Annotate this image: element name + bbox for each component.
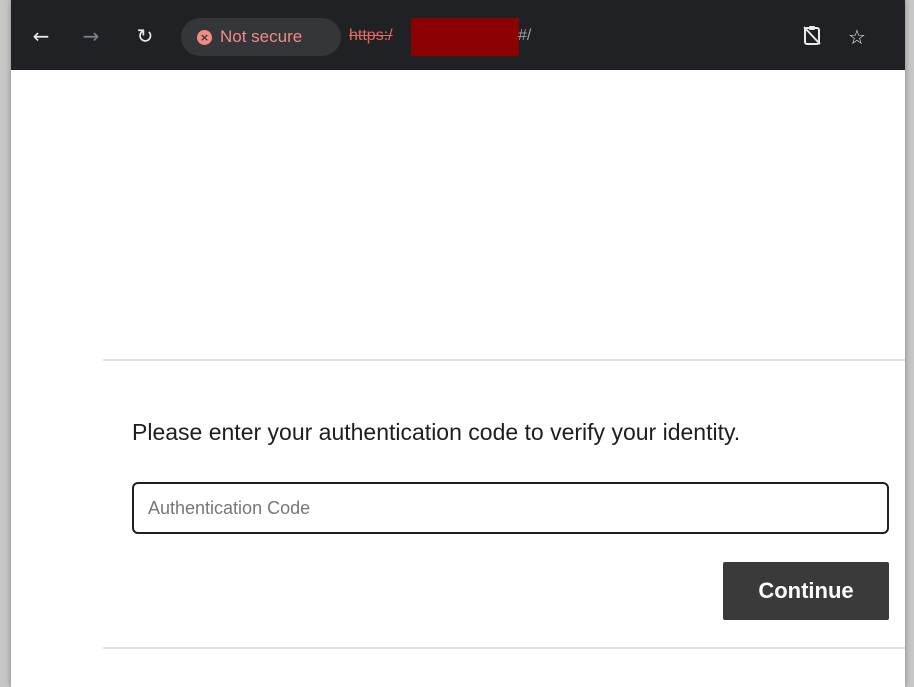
- insecure-x-icon: ×: [197, 29, 212, 45]
- auth-prompt: Please enter your authentication code to…: [132, 419, 741, 445]
- url-text[interactable]: https:/: [349, 27, 393, 45]
- browser-toolbar: ← → ↻ × Not secure https:/ #/ ☆: [11, 0, 905, 70]
- top-divider: [103, 359, 905, 361]
- clipboard-off-icon[interactable]: [799, 24, 825, 50]
- security-label: Not secure: [220, 27, 303, 46]
- authentication-code-input[interactable]: [132, 482, 889, 534]
- url-suffix: #/: [518, 27, 532, 44]
- bottom-divider: [103, 647, 905, 649]
- page-content: Please enter your authentication code to…: [11, 70, 905, 687]
- clipboard-off-svg: [803, 26, 821, 45]
- security-indicator[interactable]: × Not secure: [181, 18, 341, 56]
- back-arrow-icon[interactable]: ←: [27, 20, 55, 52]
- star-icon[interactable]: ☆: [844, 24, 870, 50]
- reload-icon[interactable]: ↻: [131, 20, 159, 52]
- url-redaction: [411, 18, 519, 56]
- forward-arrow-icon[interactable]: →: [77, 20, 105, 52]
- url-scheme: https:/: [349, 27, 393, 44]
- address-bar[interactable]: × Not secure https:/ #/: [181, 18, 891, 56]
- continue-button[interactable]: Continue: [723, 562, 889, 620]
- browser-window: ← → ↻ × Not secure https:/ #/ ☆ Please e…: [11, 0, 905, 687]
